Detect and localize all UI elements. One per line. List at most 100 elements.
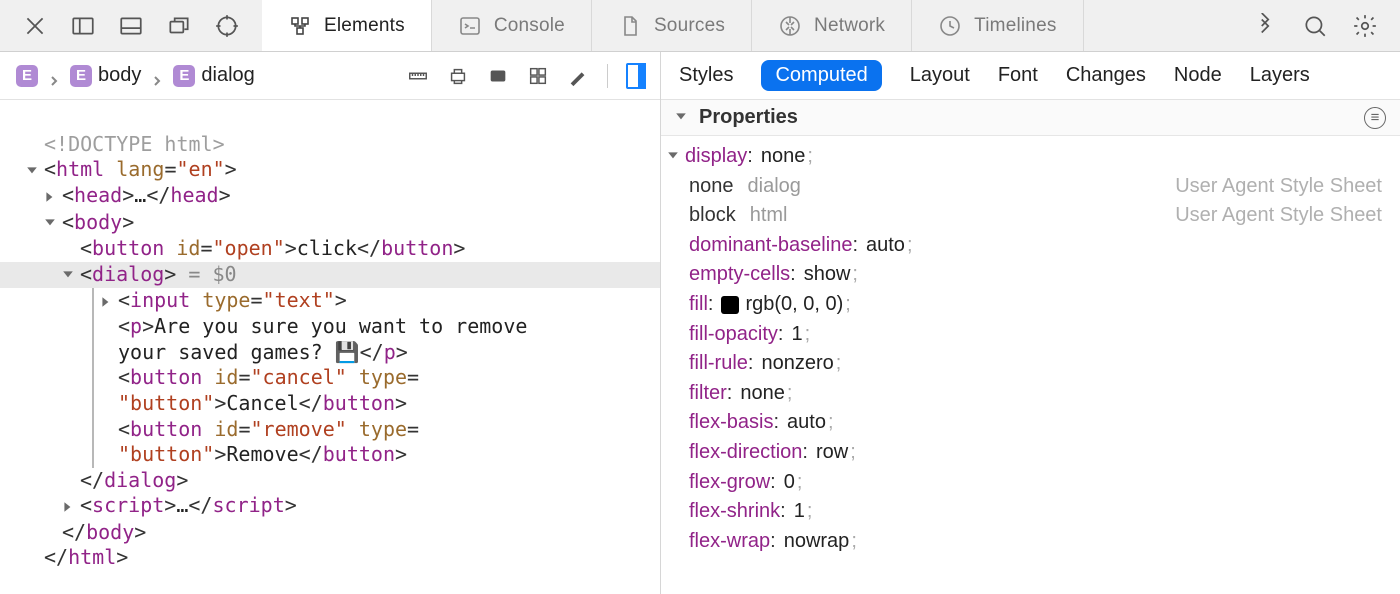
paint-icon[interactable] bbox=[567, 65, 589, 87]
property-row[interactable]: dominant-baseline:auto; bbox=[689, 231, 1400, 261]
property-row[interactable]: fill:rgb(0, 0, 0); bbox=[689, 290, 1400, 320]
print-styles-icon[interactable] bbox=[447, 65, 469, 87]
chevron-right-icon bbox=[48, 70, 60, 82]
sidebar-tab-font[interactable]: Font bbox=[998, 64, 1038, 87]
dom-tree[interactable]: <!DOCTYPE html> <html lang="en"> <head>…… bbox=[0, 100, 660, 594]
elements-header: E E body E dialog bbox=[0, 52, 660, 100]
dom-attr: type bbox=[202, 288, 250, 312]
more-tabs-icon[interactable] bbox=[1252, 13, 1278, 39]
stylesheet-origin: User Agent Style Sheet bbox=[1175, 201, 1400, 231]
panel-tabs: Elements Console Sources Network Timelin… bbox=[262, 0, 1230, 51]
property-value: 1 bbox=[791, 320, 802, 350]
property-name: filter bbox=[689, 379, 727, 409]
forced-colors-icon[interactable] bbox=[487, 65, 509, 87]
sidebar-tab-node[interactable]: Node bbox=[1174, 64, 1222, 87]
tab-sources[interactable]: Sources bbox=[592, 0, 752, 51]
sidebar-tab-computed[interactable]: Computed bbox=[761, 60, 881, 91]
disclosure-triangle-icon[interactable] bbox=[44, 184, 58, 210]
property-name: fill bbox=[689, 290, 708, 320]
override-value: none bbox=[689, 172, 734, 202]
color-swatch[interactable] bbox=[721, 296, 739, 314]
property-row[interactable]: fill-rule:nonzero; bbox=[689, 349, 1400, 379]
tab-label: Timelines bbox=[974, 15, 1056, 37]
property-row[interactable]: flex-wrap:nowrap; bbox=[689, 527, 1400, 557]
crumb-label: dialog bbox=[201, 64, 254, 87]
top-right-tools bbox=[1230, 0, 1400, 51]
property-row[interactable]: flex-direction:row; bbox=[689, 438, 1400, 468]
property-name: dominant-baseline bbox=[689, 231, 852, 261]
dom-attr: lang bbox=[116, 157, 164, 181]
sidebar-tab-layers[interactable]: Layers bbox=[1250, 64, 1310, 87]
sidebar-tab-changes[interactable]: Changes bbox=[1066, 64, 1146, 87]
property-value: 1 bbox=[794, 497, 805, 527]
layout-overlay-toggle[interactable] bbox=[626, 63, 646, 89]
settings-icon[interactable] bbox=[1352, 13, 1378, 39]
sidebar-tab-styles[interactable]: Styles bbox=[679, 64, 733, 87]
property-row[interactable]: flex-grow:0; bbox=[689, 468, 1400, 498]
dom-tag: button bbox=[381, 236, 453, 260]
crumb-badge: E bbox=[70, 65, 92, 87]
crumb-badge: E bbox=[173, 65, 195, 87]
dom-tag: head bbox=[170, 183, 218, 207]
property-name: flex-shrink bbox=[689, 497, 780, 527]
disclosure-triangle-icon[interactable] bbox=[44, 210, 58, 236]
tab-label: Elements bbox=[324, 15, 405, 37]
tab-timelines[interactable]: Timelines bbox=[912, 0, 1083, 51]
property-row[interactable]: fill-opacity:1; bbox=[689, 320, 1400, 350]
property-row[interactable]: filter:none; bbox=[689, 379, 1400, 409]
property-value: auto bbox=[787, 408, 826, 438]
ruler-icon[interactable] bbox=[407, 65, 429, 87]
tab-label: Network bbox=[814, 15, 885, 37]
property-name: flex-wrap bbox=[689, 527, 770, 557]
close-icon[interactable] bbox=[22, 13, 48, 39]
filter-icon[interactable]: ≡ bbox=[1364, 107, 1386, 129]
property-row[interactable]: empty-cells:show; bbox=[689, 260, 1400, 290]
property-value: row bbox=[816, 438, 848, 468]
property-name: flex-basis bbox=[689, 408, 773, 438]
styles-pane: Styles Computed Layout Font Changes Node… bbox=[660, 52, 1400, 594]
dom-tag: input bbox=[130, 288, 190, 312]
dom-tag: body bbox=[74, 210, 122, 234]
disclosure-triangle-icon[interactable] bbox=[675, 107, 689, 129]
property-row[interactable]: block html User Agent Style Sheet bbox=[689, 201, 1400, 231]
dock-controls bbox=[0, 0, 262, 51]
dom-text: Remove bbox=[226, 442, 298, 466]
property-row[interactable]: none dialog User Agent Style Sheet bbox=[689, 172, 1400, 202]
detach-icon[interactable] bbox=[166, 13, 192, 39]
properties-header[interactable]: Properties ≡ bbox=[661, 100, 1400, 136]
dom-tag: html bbox=[68, 545, 116, 569]
property-value: auto bbox=[866, 231, 905, 261]
element-picker-icon[interactable] bbox=[214, 13, 240, 39]
tab-network[interactable]: Network bbox=[752, 0, 912, 51]
tab-label: Sources bbox=[654, 15, 725, 37]
dom-tag: script bbox=[212, 493, 284, 517]
dock-vertical-icon[interactable] bbox=[70, 13, 96, 39]
grid-overlay-icon[interactable] bbox=[527, 65, 549, 87]
disclosure-triangle-icon[interactable] bbox=[100, 289, 114, 315]
override-selector: dialog bbox=[748, 172, 801, 202]
search-icon[interactable] bbox=[1302, 13, 1328, 39]
crumb-badge: E bbox=[16, 65, 38, 87]
disclosure-triangle-icon[interactable] bbox=[667, 142, 681, 172]
properties-list[interactable]: display:none;none dialog User Agent Style … bbox=[661, 136, 1400, 594]
disclosure-triangle-icon[interactable] bbox=[62, 262, 76, 288]
property-row[interactable]: display:none; bbox=[689, 142, 1400, 172]
property-row[interactable]: flex-shrink:1; bbox=[689, 497, 1400, 527]
dom-dollar-ref: = $0 bbox=[188, 262, 236, 286]
property-row[interactable]: flex-basis:auto; bbox=[689, 408, 1400, 438]
override-value: block bbox=[689, 201, 736, 231]
sidebar-tab-layout[interactable]: Layout bbox=[910, 64, 970, 87]
dom-val: open bbox=[225, 236, 273, 260]
dom-text: Are you sure you want to remove bbox=[154, 314, 527, 338]
tab-elements[interactable]: Elements bbox=[262, 0, 432, 51]
stylesheet-origin: User Agent Style Sheet bbox=[1175, 172, 1400, 202]
property-name: display bbox=[685, 142, 747, 172]
tab-console[interactable]: Console bbox=[432, 0, 592, 51]
disclosure-triangle-icon[interactable] bbox=[62, 494, 76, 520]
breadcrumbs[interactable]: E E body E dialog bbox=[16, 64, 407, 87]
override-selector: html bbox=[750, 201, 788, 231]
tab-label: Console bbox=[494, 15, 565, 37]
disclosure-triangle-icon[interactable] bbox=[26, 158, 40, 184]
dock-horizontal-icon[interactable] bbox=[118, 13, 144, 39]
dom-selected-row[interactable]: <dialog> = $0 bbox=[0, 262, 660, 288]
